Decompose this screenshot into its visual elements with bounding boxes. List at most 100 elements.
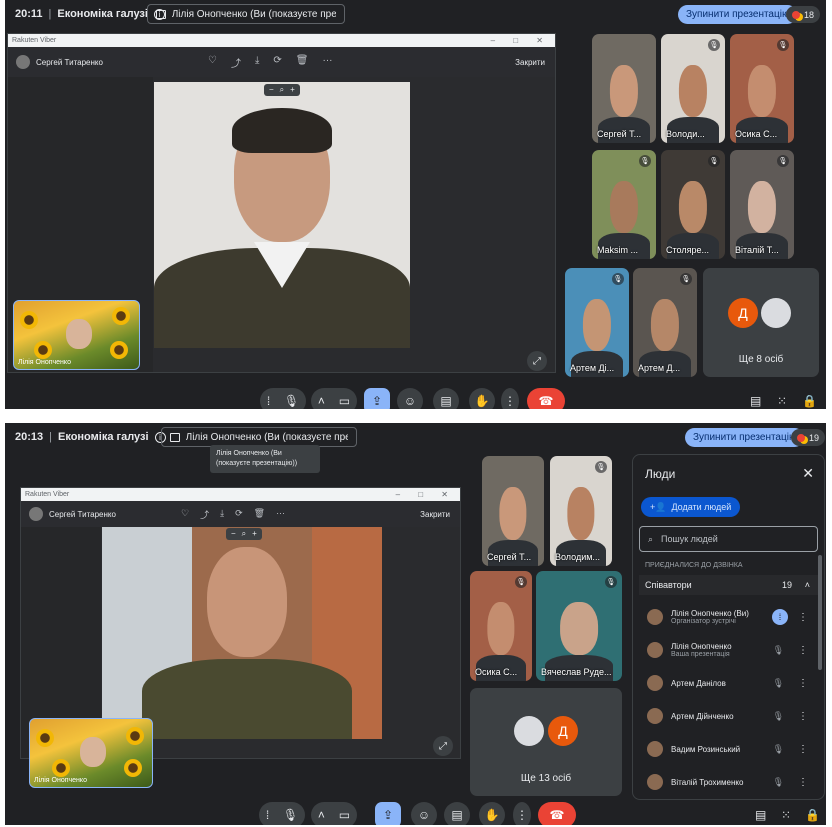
- share-icon[interactable]: ⤴: [231, 55, 241, 70]
- leave-call-button[interactable]: ☎: [538, 802, 576, 825]
- zoom-in-icon[interactable]: +: [290, 85, 295, 95]
- activities-icon[interactable]: ⁙: [777, 394, 787, 408]
- contact-name[interactable]: Сергей Титаренко: [49, 510, 116, 519]
- participant-tile[interactable]: Сергей Т...: [482, 456, 544, 566]
- people-list-item[interactable]: Лілія Онопченко Ваша презентація 🎙 ⋮: [639, 634, 818, 666]
- more-participants-tile[interactable]: Д Ще 13 осіб: [470, 688, 622, 796]
- participant-tile[interactable]: Артем Ді... 🎙: [565, 268, 629, 377]
- camera-icon[interactable]: ▭: [339, 808, 350, 822]
- participant-tile[interactable]: Осика С... 🎙: [730, 34, 794, 143]
- people-list-item[interactable]: Артем Дійнченко 🎙 ⋮: [639, 700, 818, 732]
- people-list-item[interactable]: Віталій Трохименко 🎙 ⋮: [639, 766, 818, 798]
- more-icon[interactable]: ···: [322, 55, 332, 70]
- zoom-out-icon[interactable]: −: [269, 85, 274, 95]
- mic-icon[interactable]: 🎙: [284, 394, 299, 408]
- captions-button[interactable]: ▤: [433, 388, 459, 409]
- zoom-out-icon[interactable]: −: [231, 529, 236, 539]
- camera-icon[interactable]: ▭: [339, 394, 350, 408]
- host-controls-icon[interactable]: 🔒: [802, 394, 817, 408]
- download-icon[interactable]: ⤓: [220, 508, 224, 521]
- mic-off-icon[interactable]: 🎙: [773, 744, 784, 755]
- people-search-input[interactable]: ⌕ Пошук людей: [639, 526, 818, 552]
- contributors-group[interactable]: Співавтори 19 ˄: [639, 575, 818, 595]
- self-view-tile[interactable]: Лілія Онопченко: [13, 300, 140, 370]
- heart-icon[interactable]: ♡: [208, 55, 217, 70]
- more-participants-tile[interactable]: Д Ще 8 осіб: [703, 268, 819, 377]
- self-view-tile[interactable]: Лілія Онопченко: [29, 718, 153, 788]
- camera-control[interactable]: ˄ ▭: [311, 802, 357, 825]
- participant-tile[interactable]: Сергей Т...: [592, 34, 656, 143]
- expand-icon[interactable]: ⤢: [527, 351, 547, 371]
- trash-icon[interactable]: 🗑: [254, 508, 265, 521]
- mic-off-icon[interactable]: 🎙: [773, 645, 784, 656]
- mic-off-icon[interactable]: 🎙: [773, 711, 784, 722]
- chevron-up-icon[interactable]: ˄: [805, 580, 810, 590]
- participant-tile[interactable]: Артем Д... 🎙: [633, 268, 697, 377]
- participant-tile[interactable]: Віталій Т... 🎙: [730, 150, 794, 259]
- presenting-indicator[interactable]: Лілія Онопченко (Ви (показуєте презентац…: [161, 427, 357, 447]
- rotate-icon[interactable]: ⟳: [273, 55, 281, 70]
- participant-tile[interactable]: Осика С... 🎙: [470, 571, 532, 681]
- more-options-button[interactable]: ⋮: [513, 802, 531, 825]
- participant-tile[interactable]: Maksim ... 🎙: [592, 150, 656, 259]
- people-scrollbar[interactable]: [818, 555, 822, 670]
- mic-off-icon[interactable]: 🎙: [773, 777, 784, 788]
- captions-button[interactable]: ▤: [444, 802, 470, 825]
- raise-hand-button[interactable]: ✋: [479, 802, 505, 825]
- download-icon[interactable]: ⤓: [255, 55, 259, 70]
- present-button[interactable]: ⇪: [364, 388, 390, 409]
- contact-name[interactable]: Сергей Титаренко: [36, 58, 103, 67]
- more-vert-icon[interactable]: ⋮: [798, 711, 808, 722]
- zoom-controls[interactable]: − ⌕ +: [226, 528, 262, 540]
- contact-avatar[interactable]: [29, 507, 43, 521]
- people-list-item[interactable]: Вадим Розинський 🎙 ⋮: [639, 733, 818, 765]
- participant-tile[interactable]: Володи... 🎙: [661, 34, 725, 143]
- leave-call-button[interactable]: ☎: [527, 388, 565, 409]
- participants-count-badge[interactable]: 19: [791, 429, 826, 446]
- people-list-item[interactable]: Артем Данілов 🎙 ⋮: [639, 667, 818, 699]
- more-vert-icon[interactable]: ⋮: [798, 678, 808, 689]
- mic-icon[interactable]: 🎙: [283, 808, 298, 822]
- share-icon[interactable]: ⤴: [200, 508, 209, 521]
- trash-icon[interactable]: 🗑: [296, 55, 309, 70]
- rotate-icon[interactable]: ⟳: [235, 508, 243, 521]
- participant-tile[interactable]: Столяре... 🎙: [661, 150, 725, 259]
- emoji-button[interactable]: ☺: [397, 388, 423, 409]
- emoji-button[interactable]: ☺: [411, 802, 437, 825]
- more-icon[interactable]: ···: [276, 508, 285, 521]
- close-icon[interactable]: ✕: [802, 465, 814, 482]
- mic-control[interactable]: ⁞ 🎙: [260, 388, 306, 409]
- chat-icon[interactable]: ▤: [755, 808, 766, 822]
- add-people-button[interactable]: +👤 Додати людей: [641, 497, 741, 517]
- zoom-controls[interactable]: − ⌕ +: [264, 84, 300, 96]
- more-vert-icon[interactable]: ⋮: [798, 612, 808, 623]
- stop-presenting-button[interactable]: Зупинити презентацію: [678, 5, 798, 24]
- mic-control[interactable]: ⁞ 🎙: [259, 802, 305, 825]
- heart-icon[interactable]: ♡: [181, 508, 189, 521]
- participants-count-badge[interactable]: 18: [786, 6, 821, 23]
- stop-presenting-button[interactable]: Зупинити презентацію: [685, 428, 805, 447]
- more-vert-icon[interactable]: ⋮: [798, 777, 808, 788]
- more-vert-icon[interactable]: ⋮: [798, 645, 808, 656]
- present-button[interactable]: ⇪: [375, 802, 401, 825]
- more-options-button[interactable]: ⋮: [501, 388, 519, 409]
- contact-avatar[interactable]: [16, 55, 30, 69]
- presenting-indicator[interactable]: Лілія Онопченко (Ви (показуєте презентац…: [147, 4, 345, 24]
- participant-tile[interactable]: Вячеслав Руде... 🎙: [536, 571, 622, 681]
- mic-off-icon[interactable]: 🎙: [773, 678, 784, 689]
- host-controls-icon[interactable]: 🔒: [805, 808, 820, 822]
- activities-icon[interactable]: ⁙: [781, 808, 791, 822]
- chevron-up-icon[interactable]: ˄: [318, 394, 325, 408]
- expand-icon[interactable]: ⤢: [433, 736, 453, 756]
- more-vert-icon[interactable]: ⋮: [798, 744, 808, 755]
- close-viewer-button[interactable]: Закрити: [420, 510, 450, 519]
- raise-hand-button[interactable]: ✋: [469, 388, 495, 409]
- people-list-item[interactable]: Лілія Онопченко (Ви) Організатор зустрічі…: [639, 601, 818, 633]
- camera-control[interactable]: ˄ ▭: [311, 388, 357, 409]
- chevron-up-icon[interactable]: ˄: [318, 808, 325, 822]
- chat-icon[interactable]: ▤: [750, 394, 761, 408]
- window-controls[interactable]: – □ ✕: [491, 36, 551, 45]
- window-controls[interactable]: – □ ✕: [396, 490, 456, 499]
- zoom-in-icon[interactable]: +: [252, 529, 257, 539]
- participant-tile[interactable]: Володим... 🎙: [550, 456, 612, 566]
